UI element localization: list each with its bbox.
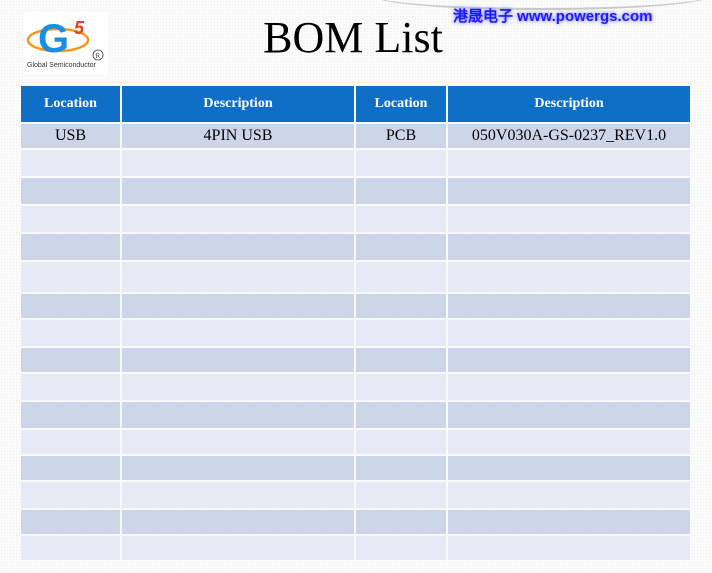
table-row	[21, 262, 690, 292]
table-row	[21, 150, 690, 176]
cell-location	[356, 320, 446, 346]
cell-location	[21, 178, 120, 204]
cell-location	[21, 234, 120, 260]
cell-location	[21, 262, 120, 292]
cell-description	[448, 430, 690, 454]
cell-description	[122, 456, 354, 480]
column-header-location: Location	[356, 86, 446, 122]
table-header-row: Location Description Location Descriptio…	[21, 86, 690, 122]
cell-description	[122, 178, 354, 204]
cell-description	[448, 294, 690, 318]
cell-location	[21, 348, 120, 372]
cell-description	[122, 320, 354, 346]
cell-location	[21, 536, 120, 560]
cell-location	[21, 482, 120, 508]
table-row	[21, 482, 690, 508]
cell-location	[356, 374, 446, 400]
cell-description	[122, 510, 354, 534]
cell-location	[21, 456, 120, 480]
cell-description	[448, 402, 690, 428]
cell-location	[21, 510, 120, 534]
cell-description	[448, 456, 690, 480]
table-row	[21, 402, 690, 428]
table-row	[21, 294, 690, 318]
cell-location	[356, 206, 446, 232]
cell-description	[448, 262, 690, 292]
table-row	[21, 456, 690, 480]
cell-description	[122, 234, 354, 260]
cell-description	[122, 294, 354, 318]
table-row	[21, 536, 690, 560]
cell-description	[122, 348, 354, 372]
cell-location	[21, 430, 120, 454]
table-row	[21, 320, 690, 346]
cell-description	[448, 320, 690, 346]
cell-description	[448, 178, 690, 204]
cell-description	[122, 150, 354, 176]
cell-location: USB	[21, 124, 120, 148]
cell-description	[448, 536, 690, 560]
cell-description	[122, 206, 354, 232]
table-row	[21, 430, 690, 454]
cell-location	[356, 178, 446, 204]
cell-description	[122, 430, 354, 454]
cell-location	[356, 262, 446, 292]
cell-location	[356, 510, 446, 534]
table-row	[21, 206, 690, 232]
cell-description	[122, 262, 354, 292]
column-header-description: Description	[122, 86, 354, 122]
bom-table: Location Description Location Descriptio…	[19, 84, 692, 562]
cell-location	[21, 294, 120, 318]
cell-description	[448, 374, 690, 400]
cell-location	[356, 430, 446, 454]
cell-location	[356, 402, 446, 428]
cell-location	[21, 320, 120, 346]
cell-location: PCB	[356, 124, 446, 148]
cell-description	[448, 206, 690, 232]
cell-location	[356, 234, 446, 260]
table-row	[21, 374, 690, 400]
cell-description	[122, 374, 354, 400]
logo-caption: Global Semiconductor	[27, 62, 96, 69]
cell-location	[21, 206, 120, 232]
cell-location	[21, 150, 120, 176]
cell-location	[356, 150, 446, 176]
cell-description: 050V030A-GS-0237_REV1.0	[448, 124, 690, 148]
table-row: USB 4PIN USB PCB 050V030A-GS-0237_REV1.0	[21, 124, 690, 148]
cell-location	[356, 482, 446, 508]
cell-description	[122, 536, 354, 560]
column-header-location: Location	[21, 86, 120, 122]
cell-location	[356, 456, 446, 480]
cell-location	[356, 348, 446, 372]
cell-location	[356, 294, 446, 318]
table-row	[21, 234, 690, 260]
cell-description	[448, 150, 690, 176]
cell-description: 4PIN USB	[122, 124, 354, 148]
table-row	[21, 510, 690, 534]
cell-description	[448, 348, 690, 372]
cell-description	[122, 402, 354, 428]
cell-description	[448, 510, 690, 534]
cell-description	[448, 482, 690, 508]
column-header-description: Description	[448, 86, 690, 122]
cell-description	[448, 234, 690, 260]
cell-description	[122, 482, 354, 508]
brand-text: 港晟电子 www.powergs.com	[453, 8, 653, 25]
cell-location	[21, 374, 120, 400]
cell-location	[356, 536, 446, 560]
table-row	[21, 348, 690, 372]
table-row	[21, 178, 690, 204]
cell-location	[21, 402, 120, 428]
